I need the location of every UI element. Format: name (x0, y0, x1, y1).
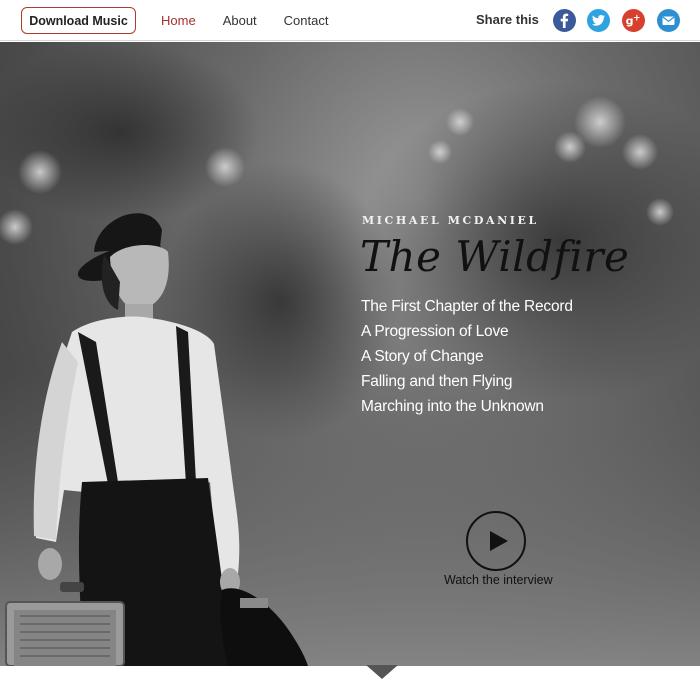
album-title: The Wildfire (360, 232, 630, 281)
share-label: Share this (476, 12, 539, 27)
tagline-item: A Progression of Love (361, 323, 509, 340)
hero-section: MICHAEL MCDANIEL The Wildfire The First … (0, 42, 700, 666)
download-music-button[interactable]: Download Music (21, 7, 136, 34)
tagline-item: Falling and then Flying (361, 373, 513, 390)
google-plus-icon[interactable]: g + (622, 9, 645, 32)
tagline-item: Marching into the Unknown (361, 398, 544, 415)
tagline-item: The First Chapter of the Record (361, 298, 573, 315)
watch-interview-link[interactable]: Watch the interview (444, 573, 553, 587)
twitter-icon[interactable] (587, 9, 610, 32)
bottom-strip (0, 666, 700, 700)
nav-home[interactable]: Home (161, 13, 196, 28)
nav-contact[interactable]: Contact (284, 13, 329, 28)
top-bar: Download Music Home About Contact Share … (0, 0, 700, 41)
hero-photo (0, 42, 700, 666)
facebook-icon[interactable] (553, 9, 576, 32)
svg-text:+: + (633, 14, 641, 24)
scroll-down-indicator[interactable] (366, 665, 398, 679)
tagline-list: The First Chapter of the Record A Progre… (361, 296, 573, 421)
main-nav: Home About Contact (161, 0, 355, 41)
tagline-item: A Story of Change (361, 348, 484, 365)
email-icon[interactable] (657, 9, 680, 32)
nav-about[interactable]: About (223, 13, 257, 28)
artist-name: MICHAEL MCDANIEL (362, 214, 539, 227)
play-icon (489, 531, 508, 551)
play-video-button[interactable] (466, 511, 526, 571)
